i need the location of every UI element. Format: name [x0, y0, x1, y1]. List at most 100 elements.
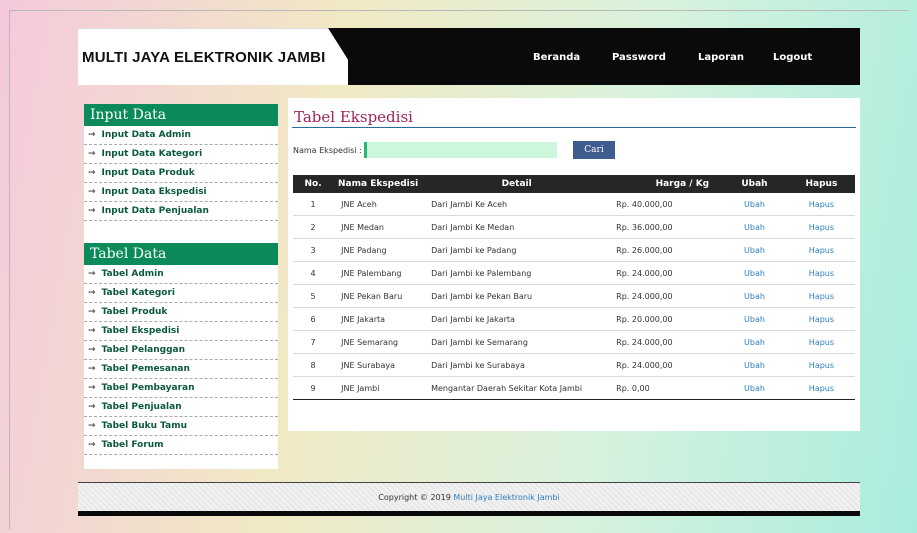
hapus-cell: Hapus — [787, 284, 855, 308]
sidebar-item-tabel-ekspedisi[interactable]: → Tabel Ekspedisi — [84, 322, 278, 341]
ubah-link[interactable]: Ubah — [744, 361, 765, 370]
hapus-link[interactable]: Hapus — [809, 223, 834, 232]
sidebar-item-input-data-ekspedisi[interactable]: → Input Data Ekspedisi — [84, 183, 278, 202]
title-divider — [292, 127, 856, 128]
sidebar-item-label: Input Data Admin — [101, 130, 191, 140]
sidebar-item-tabel-forum[interactable]: → Tabel Forum — [84, 436, 278, 455]
sidebar-item-tabel-kategori[interactable]: → Tabel Kategori — [84, 284, 278, 303]
sidebar-item-label: Input Data Ekspedisi — [101, 187, 207, 197]
hapus-cell: Hapus — [787, 330, 855, 354]
nav-password[interactable]: Password — [612, 52, 666, 63]
sidebar-input-list: → Input Data Admin → Input Data Kategori → In… — [84, 126, 278, 221]
hapus-cell: Hapus — [787, 376, 855, 400]
cell-no: 4 — [293, 261, 334, 285]
hapus-cell: Hapus — [787, 307, 855, 331]
sidebar-item-label: Tabel Penjualan — [101, 402, 182, 412]
col-detail: Detail — [423, 175, 611, 193]
sidebar-item-input-data-kategori[interactable]: → Input Data Kategori — [84, 145, 278, 164]
footer-text: Copyright © 2019 Multi Jaya Elektronik J… — [78, 493, 860, 502]
sidebar-item-input-data-penjualan[interactable]: → Input Data Penjualan — [84, 202, 278, 221]
arrow-right-icon: → — [88, 402, 96, 412]
sidebar-item-tabel-produk[interactable]: → Tabel Produk — [84, 303, 278, 322]
sidebar-item-input-data-admin[interactable]: → Input Data Admin — [84, 126, 278, 145]
sidebar-table-heading: Tabel Data — [84, 243, 278, 265]
cell-nama: JNE Aceh — [333, 193, 424, 216]
ubah-link[interactable]: Ubah — [744, 338, 765, 347]
arrow-right-icon: → — [88, 149, 96, 159]
cell-no: 2 — [293, 215, 334, 239]
ubah-link[interactable]: Ubah — [744, 246, 765, 255]
sidebar-item-label: Tabel Forum — [101, 440, 164, 450]
hapus-link[interactable]: Hapus — [809, 200, 834, 209]
frame-top-line — [9, 10, 908, 11]
cell-detail: Dari Jambi ke Jakarta — [423, 307, 611, 331]
hapus-link[interactable]: Hapus — [809, 361, 834, 370]
cell-detail: Dari Jambi ke Padang — [423, 238, 611, 262]
cell-detail: Dari Jambi Ke Medan — [423, 215, 611, 239]
arrow-right-icon: → — [88, 187, 96, 197]
table-row: 1 JNE Aceh Dari Jambi Ke Aceh Rp. 40.000,00… — [293, 193, 855, 216]
arrow-right-icon: → — [88, 206, 96, 216]
sidebar-item-tabel-penjualan[interactable]: → Tabel Penjualan — [84, 398, 278, 417]
ubah-link[interactable]: Ubah — [744, 269, 765, 278]
ekspedisi-table: No. Nama Ekspedisi Detail Harga / Kg Uba… — [293, 175, 855, 400]
arrow-right-icon: → — [88, 168, 96, 178]
sidebar-table-list: → Tabel Admin → Tabel Kategori → Tabel Produk… — [84, 265, 278, 455]
sidebar-item-label: Tabel Pelanggan — [101, 345, 185, 355]
sidebar-item-tabel-buku-tamu[interactable]: → Tabel Buku Tamu — [84, 417, 278, 436]
table-row: 9 JNE Jambi Mengantar Daerah Sekitar Kota … — [293, 376, 855, 400]
cell-nama: JNE Semarang — [333, 330, 424, 354]
nav-logout[interactable]: Logout — [773, 52, 812, 63]
footer-link[interactable]: Multi Jaya Elektronik Jambi — [453, 493, 559, 502]
sidebar: Input Data → Input Data Admin → Input Data … — [84, 104, 278, 469]
hapus-link[interactable]: Hapus — [809, 269, 834, 278]
ubah-link[interactable]: Ubah — [744, 315, 765, 324]
cell-detail: Dari Jambi ke Palembang — [423, 261, 611, 285]
search-label: Nama Ekspedisi : — [293, 146, 362, 155]
ubah-cell: Ubah — [721, 376, 788, 400]
ubah-cell: Ubah — [721, 261, 788, 285]
sidebar-input-heading: Input Data — [84, 104, 278, 126]
arrow-right-icon: → — [88, 440, 96, 450]
arrow-right-icon: → — [88, 307, 96, 317]
cell-harga: Rp. 24.000,00 — [610, 353, 722, 377]
footer-bottom-bar — [78, 511, 860, 516]
search-button[interactable]: Cari — [573, 141, 615, 159]
sidebar-item-tabel-pelanggan[interactable]: → Tabel Pelanggan — [84, 341, 278, 360]
arrow-right-icon: → — [88, 364, 96, 374]
arrow-right-icon: → — [88, 383, 96, 393]
sidebar-item-tabel-pembayaran[interactable]: → Tabel Pembayaran — [84, 379, 278, 398]
sidebar-item-label: Tabel Kategori — [101, 288, 175, 298]
cell-harga: Rp. 24.000,00 — [610, 261, 722, 285]
cell-harga: Rp. 24.000,00 — [610, 284, 722, 308]
cell-detail: Dari Jambi ke Semarang — [423, 330, 611, 354]
hapus-link[interactable]: Hapus — [809, 384, 834, 393]
hapus-link[interactable]: Hapus — [809, 292, 834, 301]
page-title: Tabel Ekspedisi — [294, 108, 413, 126]
hapus-link[interactable]: Hapus — [809, 246, 834, 255]
ubah-cell: Ubah — [721, 330, 788, 354]
arrow-right-icon: → — [88, 288, 96, 298]
ubah-link[interactable]: Ubah — [744, 384, 765, 393]
sidebar-item-label: Input Data Penjualan — [101, 206, 209, 216]
header: MULTI JAYA ELEKTRONIK JAMBI Beranda Pass… — [78, 28, 860, 85]
sidebar-item-input-data-produk[interactable]: → Input Data Produk — [84, 164, 278, 183]
site-brand: MULTI JAYA ELEKTRONIK JAMBI — [82, 49, 326, 66]
ubah-link[interactable]: Ubah — [744, 223, 765, 232]
sidebar-item-label: Tabel Produk — [101, 307, 168, 317]
col-nama-ekspedisi: Nama Ekspedisi — [333, 175, 424, 193]
col-hapus: Hapus — [787, 175, 855, 193]
sidebar-item-label: Input Data Produk — [101, 168, 195, 178]
sidebar-item-tabel-pemesanan[interactable]: → Tabel Pemesanan — [84, 360, 278, 379]
hapus-link[interactable]: Hapus — [809, 315, 834, 324]
nav-beranda[interactable]: Beranda — [533, 52, 580, 63]
ubah-cell: Ubah — [721, 353, 788, 377]
copyright-text: Copyright © 2019 — [378, 493, 451, 502]
search-input[interactable] — [364, 142, 557, 158]
ubah-link[interactable]: Ubah — [744, 292, 765, 301]
col-ubah: Ubah — [721, 175, 788, 193]
hapus-link[interactable]: Hapus — [809, 338, 834, 347]
ubah-link[interactable]: Ubah — [744, 200, 765, 209]
nav-laporan[interactable]: Laporan — [698, 52, 744, 63]
sidebar-item-tabel-admin[interactable]: → Tabel Admin — [84, 265, 278, 284]
